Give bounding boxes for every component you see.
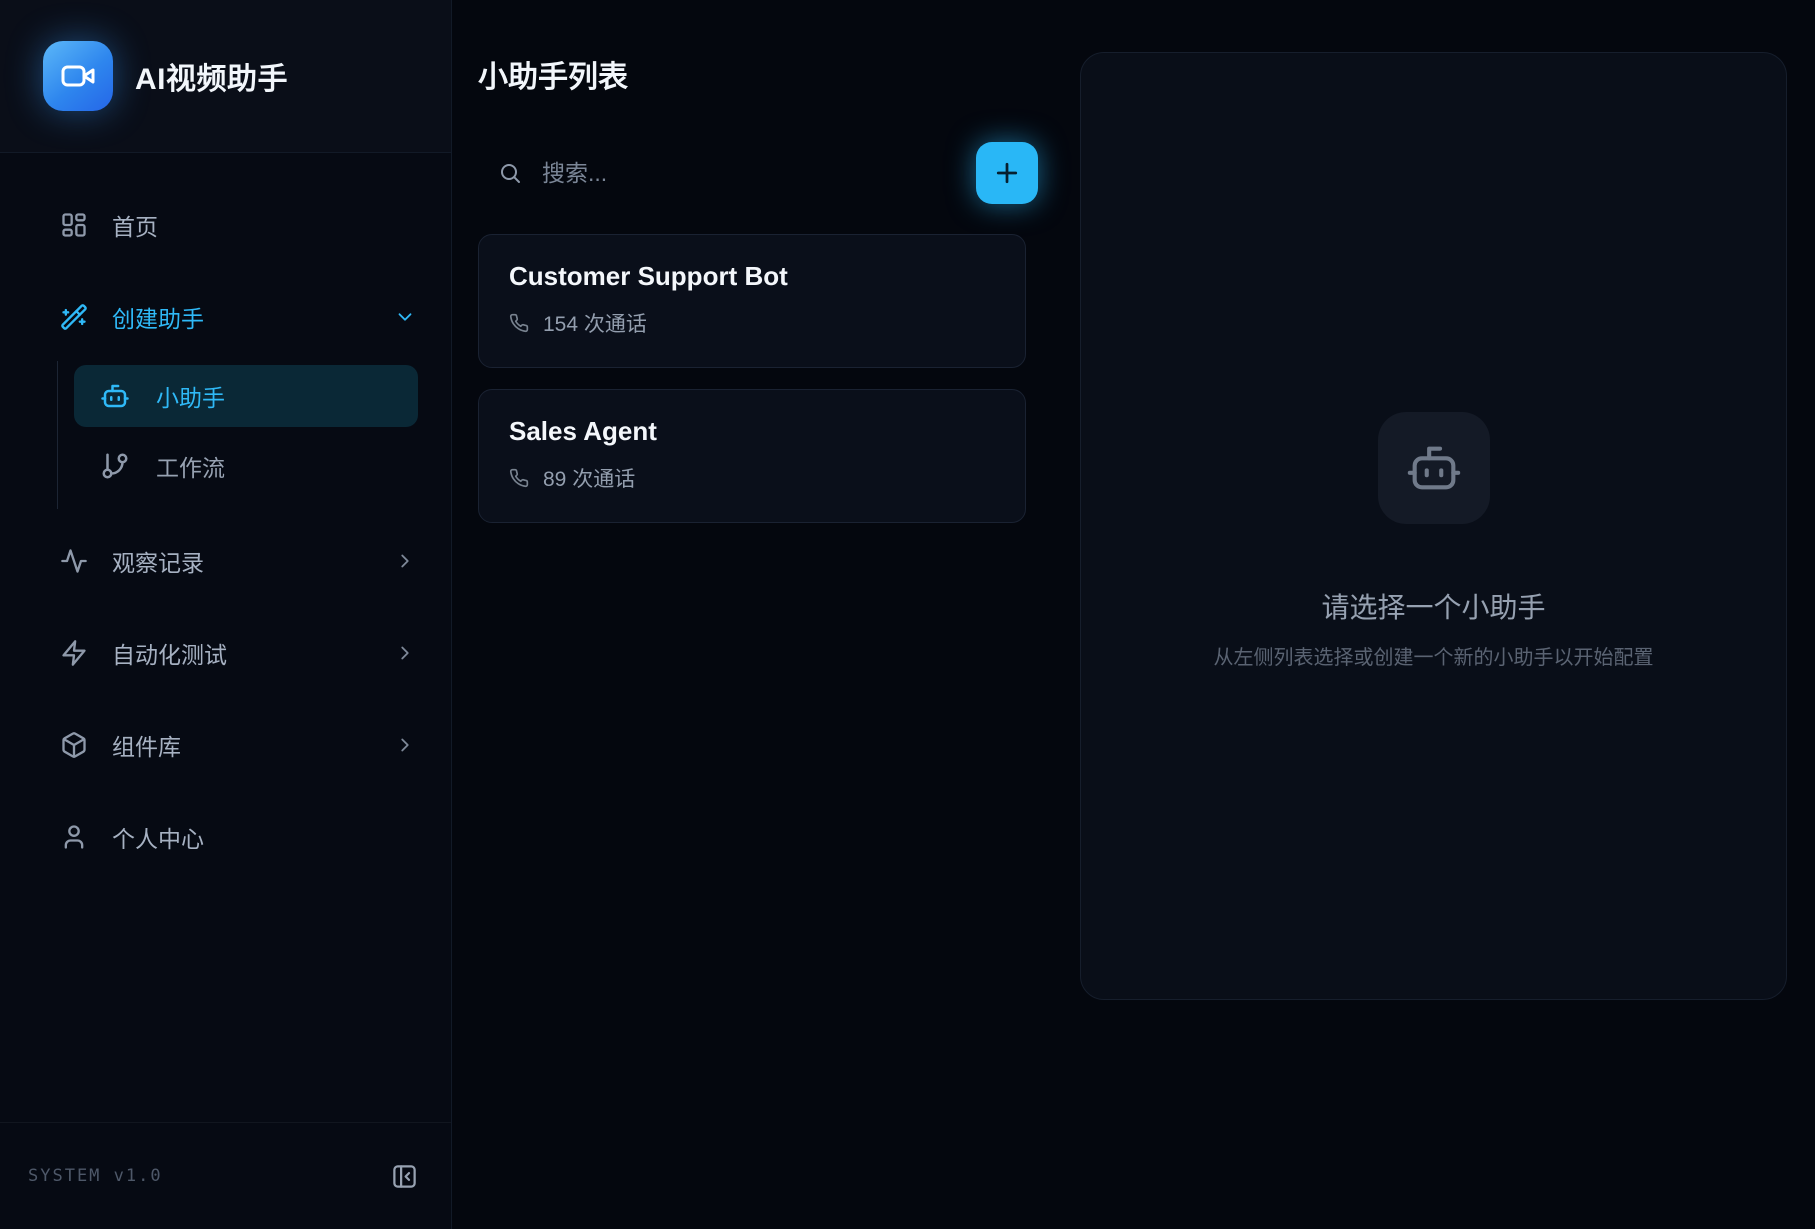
- page-title: 小助手列表: [478, 52, 1080, 96]
- video-camera-icon: [60, 58, 96, 94]
- dashboard-icon: [60, 211, 88, 239]
- plus-icon: [992, 158, 1022, 188]
- sidebar-item-label: 组件库: [112, 728, 181, 762]
- chevron-right-icon: [394, 642, 416, 664]
- app-root: AI视频助手 首页 创建助手: [0, 0, 1815, 1229]
- bot-icon: [1405, 439, 1463, 497]
- chevron-right-icon: [394, 734, 416, 756]
- assistant-call-count: 154 次通话: [509, 308, 995, 338]
- assistant-card[interactable]: Customer Support Bot 154 次通话: [478, 234, 1026, 368]
- chevron-right-icon: [394, 550, 416, 572]
- sidebar-footer: SYSTEM v1.0: [0, 1122, 451, 1229]
- user-icon: [60, 823, 88, 851]
- sidebar-subitem-label: 工作流: [156, 449, 225, 483]
- add-assistant-button[interactable]: [976, 142, 1038, 204]
- activity-icon: [60, 547, 88, 575]
- git-branch-icon: [100, 451, 130, 481]
- empty-state: 请选择一个小助手 从左侧列表选择或创建一个新的小助手以开始配置: [1080, 52, 1787, 1000]
- search-input[interactable]: [540, 159, 976, 188]
- app-header: AI视频助手: [0, 0, 451, 153]
- sidebar-item-label: 个人中心: [112, 820, 204, 854]
- collapse-sidebar-button[interactable]: [391, 1163, 418, 1190]
- sidebar-item-component-library[interactable]: 组件库: [0, 715, 416, 775]
- search-row: [478, 140, 1038, 206]
- sidebar-item-label: 创建助手: [112, 300, 204, 334]
- sidebar-item-create-assistant[interactable]: 创建助手: [0, 287, 416, 347]
- sidebar-item-label: 首页: [112, 208, 158, 242]
- sidebar: AI视频助手 首页 创建助手: [0, 0, 452, 1229]
- empty-state-subtitle: 从左侧列表选择或创建一个新的小助手以开始配置: [1214, 641, 1654, 670]
- sidebar-item-home[interactable]: 首页: [0, 195, 416, 255]
- phone-icon: [509, 313, 529, 333]
- detail-panel: 请选择一个小助手 从左侧列表选择或创建一个新的小助手以开始配置: [1080, 0, 1815, 1229]
- app-logo: [43, 41, 113, 111]
- chevron-down-icon: [394, 306, 416, 328]
- sidebar-item-profile[interactable]: 个人中心: [0, 807, 416, 867]
- sidebar-item-label: 观察记录: [112, 544, 204, 578]
- magic-wand-icon: [60, 303, 88, 331]
- bot-icon: [100, 381, 130, 411]
- assistant-card[interactable]: Sales Agent 89 次通话: [478, 389, 1026, 523]
- phone-icon: [509, 468, 529, 488]
- assistant-name: Customer Support Bot: [509, 261, 995, 292]
- system-version: SYSTEM v1.0: [28, 1166, 163, 1186]
- empty-state-title: 请选择一个小助手: [1321, 586, 1545, 626]
- sidebar-item-automation-test[interactable]: 自动化测试: [0, 623, 416, 683]
- lightning-icon: [60, 639, 88, 667]
- assistant-list: Customer Support Bot 154 次通话 Sales Agent…: [478, 234, 1026, 523]
- call-count-label: 89 次通话: [543, 463, 635, 493]
- sidebar-item-observation[interactable]: 观察记录: [0, 531, 416, 591]
- empty-state-icon-box: [1378, 412, 1490, 524]
- sidebar-subitem-label: 小助手: [156, 379, 225, 413]
- app-title: AI视频助手: [135, 54, 288, 98]
- panel-collapse-icon: [391, 1163, 418, 1190]
- create-assistant-submenu: 小助手 工作流: [57, 361, 451, 509]
- cube-icon: [60, 731, 88, 759]
- assistant-call-count: 89 次通话: [509, 463, 995, 493]
- sidebar-nav: 首页 创建助手 小助手: [0, 153, 451, 1122]
- sidebar-subitem-assistant[interactable]: 小助手: [74, 365, 418, 427]
- assistant-list-panel: 小助手列表 Customer Support Bot 154 次通话: [452, 0, 1080, 1229]
- sidebar-item-label: 自动化测试: [112, 636, 227, 670]
- sidebar-subitem-workflow[interactable]: 工作流: [74, 435, 418, 497]
- search-icon: [498, 161, 522, 185]
- call-count-label: 154 次通话: [543, 308, 647, 338]
- assistant-name: Sales Agent: [509, 416, 995, 447]
